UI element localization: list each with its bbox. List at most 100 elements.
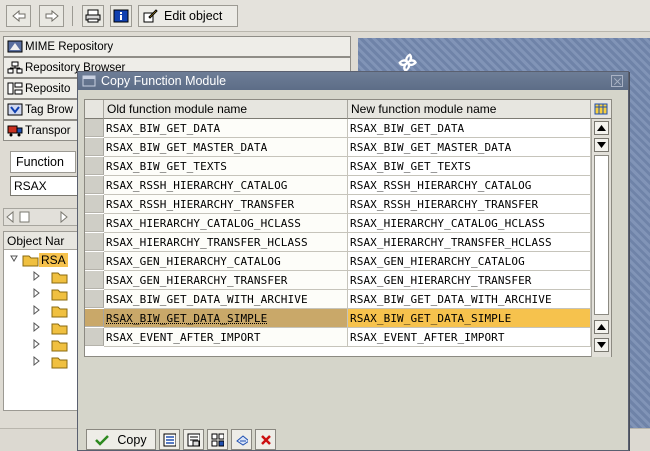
old-name-cell: RSAX_EVENT_AFTER_IMPORT xyxy=(104,328,348,347)
tag-icon xyxy=(7,103,23,116)
old-name-cell: RSAX_GEN_HIERARCHY_TRANSFER xyxy=(104,271,348,290)
function-input[interactable]: RSAX xyxy=(10,176,78,196)
copy-function-module-dialog: Copy Function Module Old function module… xyxy=(77,71,629,451)
row-selector[interactable] xyxy=(85,195,104,213)
folder-icon xyxy=(33,355,68,368)
old-name-cell: RSAX_HIERARCHY_CATALOG_HCLASS xyxy=(104,214,348,233)
folder-icon xyxy=(33,304,68,317)
new-name-input[interactable]: RSAX_BIW_GET_DATA_SIMPLE xyxy=(348,309,591,328)
tree-node[interactable] xyxy=(32,268,72,285)
table-scrollbar[interactable] xyxy=(591,119,611,357)
new-name-input[interactable]: RSAX_RSSH_HIERARCHY_TRANSFER xyxy=(348,195,591,214)
object-tree: Object Nar RSA xyxy=(3,231,78,411)
old-name-cell: RSAX_RSSH_HIERARCHY_TRANSFER xyxy=(104,195,348,214)
forward-button[interactable] xyxy=(39,5,64,27)
new-name-input[interactable]: RSAX_HIERARCHY_CATALOG_HCLASS xyxy=(348,214,591,233)
row-selector[interactable] xyxy=(85,214,104,232)
printer-icon xyxy=(85,9,101,23)
row-selector[interactable] xyxy=(85,309,104,327)
row-selector[interactable] xyxy=(85,271,104,289)
scroll-down-button[interactable] xyxy=(594,138,609,152)
row-selector[interactable] xyxy=(85,138,104,156)
refresh-button[interactable] xyxy=(231,429,252,450)
arrow-left-icon xyxy=(11,10,25,22)
tree-toolbar-icons xyxy=(6,210,68,224)
nav-mime-repository[interactable]: MIME Repository xyxy=(3,36,351,57)
folder-icon xyxy=(33,287,68,300)
scroll-up-button[interactable] xyxy=(594,121,609,135)
old-name-cell: RSAX_RSSH_HIERARCHY_CATALOG xyxy=(104,176,348,195)
old-name-cell: RSAX_GEN_HIERARCHY_CATALOG xyxy=(104,252,348,271)
mime-icon xyxy=(7,40,23,53)
edit-object-button[interactable]: Edit object xyxy=(138,5,238,27)
select-all-icon xyxy=(163,433,176,446)
nav-repository-info[interactable]: Reposito xyxy=(3,78,79,99)
old-name-cell: RSAX_BIW_GET_MASTER_DATA xyxy=(104,138,348,157)
row-selector[interactable] xyxy=(85,176,104,194)
folder-icon xyxy=(33,338,68,351)
edit-object-label: Edit object xyxy=(164,9,223,23)
new-name-input[interactable]: RSAX_BIW_GET_MASTER_DATA xyxy=(348,138,591,157)
cancel-button[interactable] xyxy=(255,429,276,450)
new-name-input[interactable]: RSAX_BIW_GET_TEXTS xyxy=(348,157,591,176)
info-button[interactable] xyxy=(110,5,132,27)
new-name-input[interactable]: RSAX_EVENT_AFTER_IMPORT xyxy=(348,328,591,347)
expanded-folder-icon xyxy=(10,255,39,266)
find-button[interactable] xyxy=(207,429,228,450)
copy-button[interactable]: Copy xyxy=(86,429,156,450)
row-selector[interactable] xyxy=(85,157,104,175)
tree-node[interactable] xyxy=(32,285,72,302)
checkmark-icon xyxy=(95,434,110,446)
function-tab[interactable]: Function xyxy=(10,151,76,173)
row-selector[interactable] xyxy=(85,290,104,308)
nav-transport-organizer[interactable]: Transpor xyxy=(3,120,79,141)
scroll-thumb[interactable] xyxy=(594,155,609,315)
select-all-rows-header[interactable] xyxy=(85,100,104,119)
info-icon xyxy=(113,9,129,23)
tree-root-node[interactable]: RSA xyxy=(9,251,68,268)
nav-tag-browser[interactable]: Tag Brow xyxy=(3,99,79,120)
table-settings-button[interactable] xyxy=(591,100,611,119)
tree-node[interactable] xyxy=(32,353,72,370)
triangle-up-icon xyxy=(597,125,606,131)
new-name-input[interactable]: RSAX_BIW_GET_DATA xyxy=(348,119,591,138)
tree-node[interactable] xyxy=(32,336,72,353)
triangle-up-icon xyxy=(597,324,606,330)
row-selector[interactable] xyxy=(85,233,104,251)
old-name-cell: RSAX_BIW_GET_DATA xyxy=(104,119,348,138)
new-name-input[interactable]: RSAX_HIERARCHY_TRANSFER_HCLASS xyxy=(348,233,591,252)
new-name-input[interactable]: RSAX_BIW_GET_DATA_WITH_ARCHIVE xyxy=(348,290,591,309)
scroll-page-down-button[interactable] xyxy=(594,338,609,352)
arrow-right-icon xyxy=(45,10,59,22)
scroll-page-up-button[interactable] xyxy=(594,320,609,334)
old-name-cell: RSAX_BIW_GET_DATA_SIMPLE xyxy=(104,309,348,328)
tree-node[interactable] xyxy=(32,319,72,336)
folder-icon xyxy=(33,270,68,283)
deselect-all-button[interactable] xyxy=(183,429,204,450)
row-selector[interactable] xyxy=(85,252,104,270)
dialog-window-icon xyxy=(82,75,96,87)
column-header-old[interactable]: Old function module name xyxy=(104,100,348,119)
close-icon[interactable] xyxy=(611,75,623,87)
cancel-icon xyxy=(260,434,271,445)
new-name-input[interactable]: RSAX_RSSH_HIERARCHY_CATALOG xyxy=(348,176,591,195)
dialog-title: Copy Function Module xyxy=(101,74,227,88)
function-module-table: Old function module name New function mo… xyxy=(84,99,612,357)
select-all-button[interactable] xyxy=(159,429,180,450)
deselect-all-icon xyxy=(187,433,200,446)
column-header-new[interactable]: New function module name xyxy=(348,100,591,119)
new-name-input[interactable]: RSAX_GEN_HIERARCHY_TRANSFER xyxy=(348,271,591,290)
application-toolbar: Edit object xyxy=(0,0,650,32)
dialog-title-bar: Copy Function Module xyxy=(78,72,628,90)
new-name-input[interactable]: RSAX_GEN_HIERARCHY_CATALOG xyxy=(348,252,591,271)
triangle-down-icon xyxy=(597,342,606,348)
row-selector[interactable] xyxy=(85,119,104,137)
edit-object-icon xyxy=(143,9,158,23)
tree-node[interactable] xyxy=(32,302,72,319)
table-settings-icon xyxy=(594,103,608,115)
old-name-cell: RSAX_BIW_GET_TEXTS xyxy=(104,157,348,176)
print-button[interactable] xyxy=(82,5,104,27)
back-button[interactable] xyxy=(6,5,31,27)
refresh-icon xyxy=(236,434,248,446)
row-selector[interactable] xyxy=(85,328,104,346)
